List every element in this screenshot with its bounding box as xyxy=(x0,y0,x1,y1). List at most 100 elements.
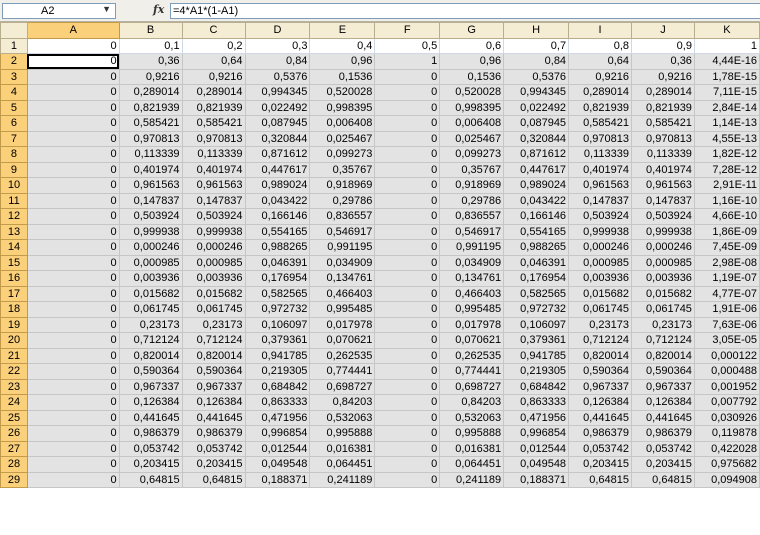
cell-a22[interactable]: 0 xyxy=(26,363,120,380)
row-header[interactable]: 10 xyxy=(0,177,28,194)
cell-a23[interactable]: 0 xyxy=(26,378,120,395)
cell-k15[interactable]: 2,98E-08 xyxy=(693,254,760,271)
cell-f29[interactable]: 0 xyxy=(374,471,441,488)
cell-f10[interactable]: 0 xyxy=(374,177,441,194)
cell-i13[interactable]: 0,999938 xyxy=(568,223,632,240)
cell-k16[interactable]: 1,19E-07 xyxy=(693,270,760,287)
cell-j16[interactable]: 0,003936 xyxy=(631,270,695,287)
row-header[interactable]: 2 xyxy=(0,53,28,70)
cell-a12[interactable]: 0 xyxy=(26,208,120,225)
cell-d13[interactable]: 0,554165 xyxy=(244,223,311,240)
cell-g5[interactable]: 0,998395 xyxy=(439,99,505,116)
cell-k2[interactable]: 4,44E-16 xyxy=(693,53,760,70)
cell-i29[interactable]: 0,64815 xyxy=(568,471,632,488)
cell-j2[interactable]: 0,36 xyxy=(631,53,695,70)
cell-k23[interactable]: 0,001952 xyxy=(693,378,760,395)
cell-f1[interactable]: 0,5 xyxy=(374,37,441,54)
cell-h27[interactable]: 0,012544 xyxy=(503,440,570,457)
cell-g7[interactable]: 0,025467 xyxy=(439,130,505,147)
cell-b16[interactable]: 0,003936 xyxy=(118,270,183,287)
cell-f8[interactable]: 0 xyxy=(374,146,441,163)
cell-b5[interactable]: 0,821939 xyxy=(118,99,183,116)
cell-j1[interactable]: 0,9 xyxy=(631,37,695,54)
cell-d5[interactable]: 0,022492 xyxy=(244,99,311,116)
row-header[interactable]: 27 xyxy=(0,440,28,457)
cell-d10[interactable]: 0,989024 xyxy=(244,177,311,194)
cell-b11[interactable]: 0,147837 xyxy=(118,192,183,209)
cell-g9[interactable]: 0,35767 xyxy=(439,161,505,178)
select-all-corner[interactable] xyxy=(0,22,28,39)
cell-e1[interactable]: 0,4 xyxy=(309,37,376,54)
cell-c29[interactable]: 0,64815 xyxy=(181,471,246,488)
row-header[interactable]: 21 xyxy=(0,347,28,364)
cell-c18[interactable]: 0,061745 xyxy=(181,301,246,318)
cell-d18[interactable]: 0,972732 xyxy=(244,301,311,318)
cell-c20[interactable]: 0,712124 xyxy=(181,332,246,349)
cell-h24[interactable]: 0,863333 xyxy=(503,394,570,411)
cell-h8[interactable]: 0,871612 xyxy=(503,146,570,163)
cell-f18[interactable]: 0 xyxy=(374,301,441,318)
cell-j13[interactable]: 0,999938 xyxy=(631,223,695,240)
row-header[interactable]: 14 xyxy=(0,239,28,256)
cell-i20[interactable]: 0,712124 xyxy=(568,332,632,349)
cell-k10[interactable]: 2,91E-11 xyxy=(693,177,760,194)
cell-d17[interactable]: 0,582565 xyxy=(244,285,311,302)
cell-i21[interactable]: 0,820014 xyxy=(568,347,632,364)
cell-k7[interactable]: 4,55E-13 xyxy=(693,130,760,147)
cell-f7[interactable]: 0 xyxy=(374,130,441,147)
cell-c1[interactable]: 0,2 xyxy=(181,37,246,54)
cell-g23[interactable]: 0,698727 xyxy=(439,378,505,395)
cell-k27[interactable]: 0,422028 xyxy=(693,440,760,457)
column-header-c[interactable]: C xyxy=(181,22,246,39)
cell-k6[interactable]: 1,14E-13 xyxy=(693,115,760,132)
cell-a17[interactable]: 0 xyxy=(26,285,120,302)
cell-i3[interactable]: 0,9216 xyxy=(568,68,632,85)
cell-k4[interactable]: 7,11E-15 xyxy=(693,84,760,101)
cell-f11[interactable]: 0 xyxy=(374,192,441,209)
cell-k20[interactable]: 3,05E-05 xyxy=(693,332,760,349)
cell-i7[interactable]: 0,970813 xyxy=(568,130,632,147)
cell-d1[interactable]: 0,3 xyxy=(244,37,311,54)
cell-b15[interactable]: 0,000985 xyxy=(118,254,183,271)
cell-b3[interactable]: 0,9216 xyxy=(118,68,183,85)
cell-f12[interactable]: 0 xyxy=(374,208,441,225)
cell-f16[interactable]: 0 xyxy=(374,270,441,287)
cell-f28[interactable]: 0 xyxy=(374,456,441,473)
cell-a9[interactable]: 0 xyxy=(26,161,120,178)
cell-g4[interactable]: 0,520028 xyxy=(439,84,505,101)
cell-f25[interactable]: 0 xyxy=(374,409,441,426)
cell-a4[interactable]: 0 xyxy=(26,84,120,101)
cell-k29[interactable]: 0,094908 xyxy=(693,471,760,488)
cell-d19[interactable]: 0,106097 xyxy=(244,316,311,333)
cell-f23[interactable]: 0 xyxy=(374,378,441,395)
cell-c25[interactable]: 0,441645 xyxy=(181,409,246,426)
cell-e22[interactable]: 0,774441 xyxy=(309,363,376,380)
cell-g22[interactable]: 0,774441 xyxy=(439,363,505,380)
row-header[interactable]: 12 xyxy=(0,208,28,225)
cell-c21[interactable]: 0,820014 xyxy=(181,347,246,364)
cell-d26[interactable]: 0,996854 xyxy=(244,425,311,442)
cell-h7[interactable]: 0,320844 xyxy=(503,130,570,147)
row-header[interactable]: 5 xyxy=(0,99,28,116)
cell-g2[interactable]: 0,96 xyxy=(439,53,505,70)
row-header[interactable]: 3 xyxy=(0,68,28,85)
cell-d9[interactable]: 0,447617 xyxy=(244,161,311,178)
cell-a14[interactable]: 0 xyxy=(26,239,120,256)
cell-i15[interactable]: 0,000985 xyxy=(568,254,632,271)
column-header-a[interactable]: A xyxy=(26,22,120,39)
cell-h29[interactable]: 0,188371 xyxy=(503,471,570,488)
cell-j11[interactable]: 0,147837 xyxy=(631,192,695,209)
cell-g29[interactable]: 0,241189 xyxy=(439,471,505,488)
cell-i23[interactable]: 0,967337 xyxy=(568,378,632,395)
cell-k28[interactable]: 0,975682 xyxy=(693,456,760,473)
column-header-b[interactable]: B xyxy=(118,22,183,39)
cell-f13[interactable]: 0 xyxy=(374,223,441,240)
cell-g3[interactable]: 0,1536 xyxy=(439,68,505,85)
cell-j15[interactable]: 0,000985 xyxy=(631,254,695,271)
cell-i9[interactable]: 0,401974 xyxy=(568,161,632,178)
column-header-g[interactable]: G xyxy=(439,22,505,39)
cell-c22[interactable]: 0,590364 xyxy=(181,363,246,380)
cell-a21[interactable]: 0 xyxy=(26,347,120,364)
cell-h23[interactable]: 0,684842 xyxy=(503,378,570,395)
cell-h13[interactable]: 0,554165 xyxy=(503,223,570,240)
